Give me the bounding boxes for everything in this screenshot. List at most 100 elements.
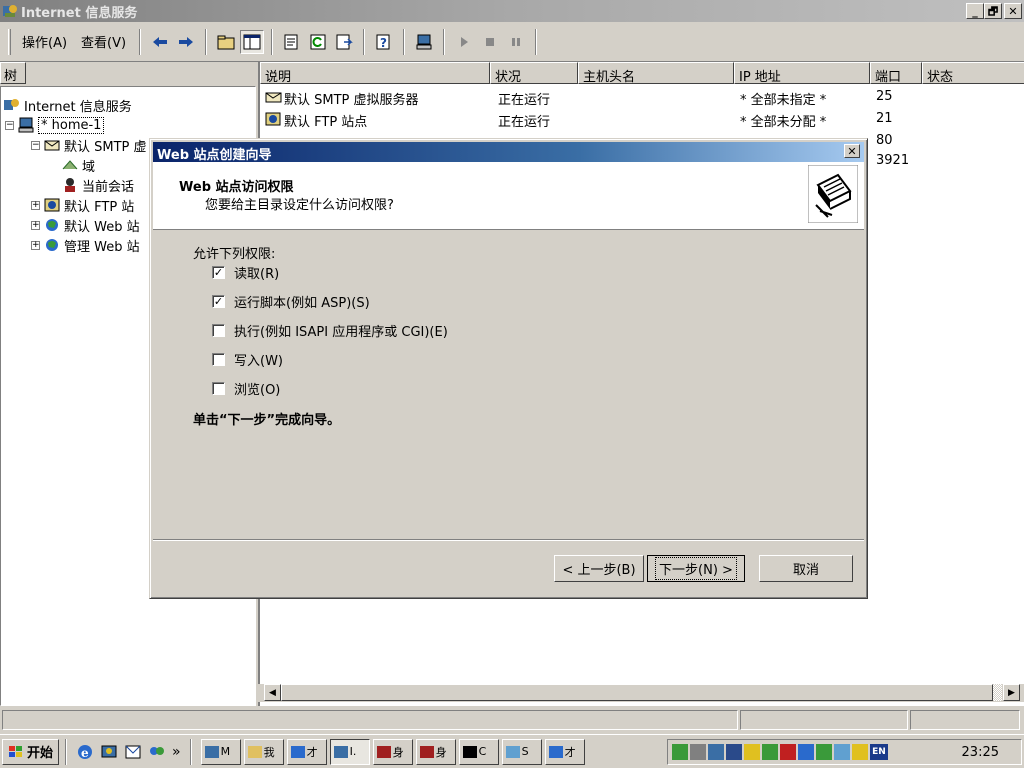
dialog-header-subtitle: 您要给主目录设定什么访问权限? <box>205 198 394 213</box>
language-indicator[interactable]: EN <box>870 744 888 760</box>
refresh-icon[interactable] <box>306 30 330 54</box>
start-button[interactable]: 开始 <box>2 738 60 765</box>
scroll-track[interactable] <box>993 684 1002 701</box>
tree-item-current-sessions[interactable]: 当前会话 <box>61 175 134 195</box>
toolbar-grip[interactable] <box>8 28 11 55</box>
scroll-left-arrow-icon[interactable]: ◀ <box>264 684 281 701</box>
task-button[interactable]: 才 <box>544 738 585 765</box>
checkbox-browse[interactable] <box>212 382 225 395</box>
ie-icon[interactable]: e <box>76 743 94 761</box>
tree-item-home-1[interactable]: − * home-1 <box>5 115 105 135</box>
list-row-smtp[interactable]: 默认 SMTP 虚拟服务器 正在运行 * 全部未指定 * 25 <box>260 88 1024 108</box>
main-window-titlebar[interactable]: Internet 信息服务 _ 🗗 ✕ <box>0 0 1024 22</box>
tree-item-domains[interactable]: 域 <box>61 155 95 175</box>
task-button-active[interactable]: I. <box>329 738 370 765</box>
export-list-icon[interactable] <box>332 30 356 54</box>
column-header-status[interactable]: 状况 <box>490 62 578 84</box>
server-computer-icon <box>18 117 34 133</box>
list-header: 说明 状况 主机头名 IP 地址 端口 状态 <box>260 62 1024 84</box>
power-tray-icon[interactable] <box>744 744 760 760</box>
pause-icon[interactable] <box>504 30 528 54</box>
start-play-icon[interactable] <box>452 30 476 54</box>
menu-view[interactable]: 查看(V) <box>74 30 133 53</box>
task-button[interactable]: 身 <box>415 738 456 765</box>
run-scripts-checkbox[interactable]: ✓ 运行脚本(例如 ASP)(S) <box>212 292 370 311</box>
desktop-icon[interactable] <box>100 743 118 761</box>
messenger-tray-icon[interactable] <box>798 744 814 760</box>
sync-tray-icon[interactable] <box>762 744 778 760</box>
tree-item-iis-root[interactable]: Internet 信息服务 <box>3 95 132 115</box>
stop-icon[interactable] <box>478 30 502 54</box>
column-header-host-header[interactable]: 主机头名 <box>578 62 734 84</box>
back-arrow-icon[interactable] <box>148 30 172 54</box>
messenger-icon[interactable] <box>148 743 166 761</box>
network-computer-tray-icon[interactable] <box>708 744 724 760</box>
ime-tray-icon[interactable] <box>834 744 850 760</box>
checkbox-write[interactable] <box>212 353 225 366</box>
help-icon[interactable]: ? <box>372 30 396 54</box>
list-row-ftp[interactable]: 默认 FTP 站点 正在运行 * 全部未分配 * 21 <box>260 110 1024 130</box>
computer-icon[interactable] <box>412 30 436 54</box>
forward-arrow-icon[interactable] <box>174 30 198 54</box>
user-tray-icon[interactable] <box>852 744 868 760</box>
tree-item-ftp[interactable]: + 默认 FTP 站 <box>31 195 134 215</box>
tree-expand-toggle[interactable]: + <box>31 200 40 210</box>
checkbox-run-scripts[interactable]: ✓ <box>212 295 225 308</box>
security-tray-icon[interactable] <box>780 744 796 760</box>
show-hide-tree-icon[interactable] <box>240 29 265 54</box>
column-header-description[interactable]: 说明 <box>260 62 490 84</box>
network-tray-icon[interactable] <box>672 744 688 760</box>
horizontal-scrollbar[interactable]: ◀ ▶ <box>258 684 1024 702</box>
outlook-icon[interactable] <box>124 743 142 761</box>
cell-port: 3921 <box>876 153 910 168</box>
dialog-close-button[interactable]: ✕ <box>844 144 860 158</box>
checkbox-read[interactable]: ✓ <box>212 266 225 279</box>
tree-item-admin-web[interactable]: + 管理 Web 站 <box>31 235 140 255</box>
tree-collapse-toggle[interactable]: − <box>5 120 14 130</box>
column-header-state[interactable]: 状态 <box>922 62 1024 84</box>
tree-item-label: 默认 Web 站 <box>64 219 140 235</box>
back-button[interactable]: < 上一步(B) <box>554 555 644 582</box>
tree-item-smtp[interactable]: − 默认 SMTP 虚 <box>31 135 147 155</box>
browse-checkbox[interactable]: 浏览(O) <box>212 379 280 398</box>
next-button[interactable]: 下一步(N) > <box>647 555 745 582</box>
task-button[interactable]: C <box>458 738 499 765</box>
write-checkbox[interactable]: 写入(W) <box>212 350 283 369</box>
tree-item-default-web[interactable]: + 默认 Web 站 <box>31 215 140 235</box>
permissions-heading: 允许下列权限: <box>193 247 276 262</box>
tree-expand-toggle[interactable]: + <box>31 220 40 230</box>
tree-expand-toggle[interactable]: + <box>31 240 40 250</box>
maximize-button[interactable]: 🗗 <box>984 3 1002 19</box>
checkbox-execute[interactable] <box>212 324 225 337</box>
iis-root-icon <box>4 99 19 110</box>
quicklaunch-more-icon[interactable]: » <box>172 744 181 760</box>
tree-collapse-toggle[interactable]: − <box>31 140 40 150</box>
dialog-titlebar[interactable]: Web 站点创建向导 ✕ <box>153 142 864 163</box>
column-header-ip-address[interactable]: IP 地址 <box>734 62 870 84</box>
globe-tray-icon[interactable] <box>816 744 832 760</box>
scroll-right-arrow-icon[interactable]: ▶ <box>1003 684 1020 701</box>
properties-icon[interactable] <box>280 30 304 54</box>
clock[interactable]: 23:25 <box>962 745 999 760</box>
app-tray-icon[interactable] <box>726 744 742 760</box>
task-button[interactable]: 身 <box>372 738 413 765</box>
cell-description: 默认 SMTP 虚拟服务器 <box>284 93 419 108</box>
execute-label: 执行(例如 ISAPI 应用程序或 CGI)(E) <box>234 325 448 340</box>
menu-action[interactable]: 操作(A) <box>15 30 74 53</box>
task-button[interactable]: 才 <box>286 738 327 765</box>
volume-tray-icon[interactable] <box>690 744 706 760</box>
task-button[interactable]: M <box>200 738 241 765</box>
minimize-button[interactable]: _ <box>966 3 984 19</box>
close-button[interactable]: ✕ <box>1004 3 1022 19</box>
task-button[interactable]: 我 <box>243 738 284 765</box>
task-button[interactable]: S <box>501 738 542 765</box>
read-permission-checkbox[interactable]: ✓ 读取(R) <box>212 263 279 282</box>
execute-checkbox[interactable]: 执行(例如 ISAPI 应用程序或 CGI)(E) <box>212 321 448 340</box>
cell-port: 25 <box>876 89 893 104</box>
column-header-port[interactable]: 端口 <box>870 62 922 84</box>
cancel-button[interactable]: 取消 <box>759 555 853 582</box>
status-pane-3 <box>910 710 1020 730</box>
scroll-thumb[interactable] <box>281 684 993 701</box>
cell-status: 正在运行 <box>498 93 551 108</box>
up-folder-icon[interactable] <box>214 30 238 54</box>
